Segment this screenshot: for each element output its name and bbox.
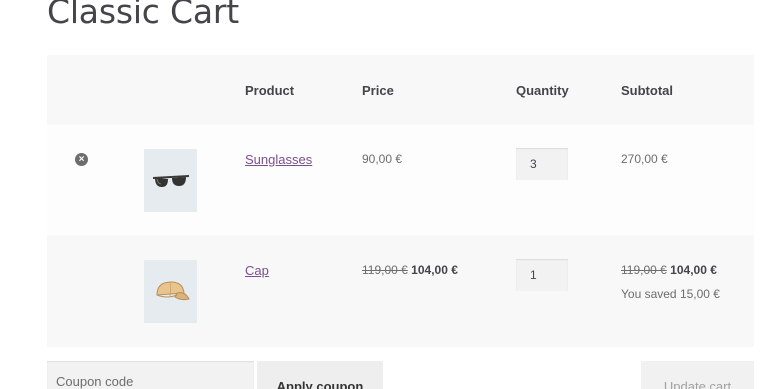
header-quantity: Quantity [516,83,569,98]
cart-table: Product Price Quantity Subtotal × Sungla… [47,55,754,347]
sale-price: 104,00 € [411,263,458,277]
cap-icon [155,280,190,300]
page-title: Classic Cart [47,0,239,31]
coupon-code-input[interactable] [47,361,254,389]
product-link-sunglasses[interactable]: Sunglasses [245,152,312,167]
product-thumbnail[interactable] [144,149,197,212]
regular-price: 119,00 € [362,263,408,277]
cart-item-row: Cap 119,00 € 104,00 € 119,00 € 104,00 € … [47,236,754,346]
savings-note: You saved 15,00 € [621,287,720,301]
quantity-input[interactable] [516,259,568,291]
header-subtotal: Subtotal [621,83,673,98]
item-subtotal: 270,00 € [621,152,668,166]
cart-item-row: × Sunglasses 90,00 € 270,00 € [47,125,754,235]
quantity-input[interactable] [516,148,568,180]
update-cart-button[interactable]: Update cart [641,361,754,389]
product-link-cap[interactable]: Cap [245,263,269,278]
remove-item-icon[interactable]: × [75,153,88,166]
header-product: Product [245,83,295,98]
item-price: 90,00 € [362,152,403,166]
product-thumbnail[interactable] [144,260,197,323]
sunglasses-icon [152,174,189,187]
cart-table-header: Product Price Quantity Subtotal [47,55,754,125]
sale-subtotal: 104,00 € [670,263,717,277]
item-subtotal: 119,00 € 104,00 € [621,263,717,277]
item-price: 119,00 € 104,00 € [362,263,458,277]
regular-subtotal: 119,00 € [621,263,667,277]
apply-coupon-button[interactable]: Apply coupon [257,361,383,389]
header-price: Price [362,83,394,98]
